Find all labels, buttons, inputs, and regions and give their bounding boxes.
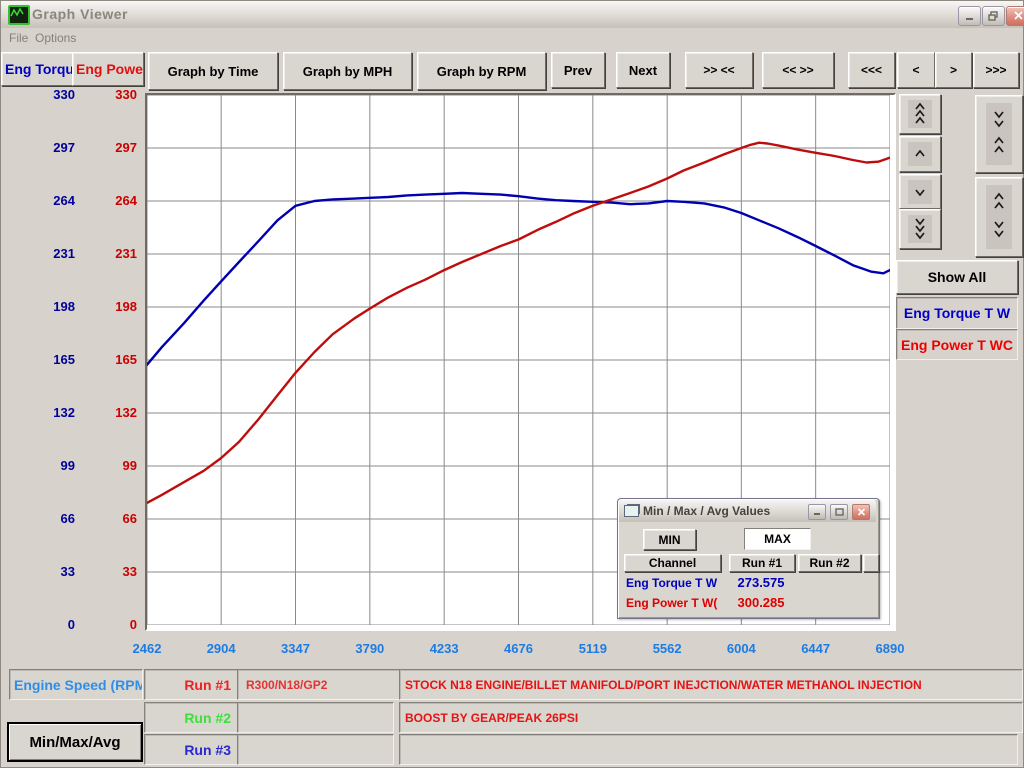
expand-y-button[interactable] bbox=[975, 177, 1023, 257]
zoom-in-x-button[interactable]: >> << bbox=[685, 52, 753, 88]
run2-note-field[interactable]: BOOST BY GEAR/PEAK 26PSI bbox=[399, 702, 1023, 733]
scale-up-button[interactable] bbox=[899, 136, 941, 172]
dialog-row-channel: Eng Power T W( bbox=[626, 596, 718, 610]
dialog-maximize-button[interactable] bbox=[830, 504, 848, 520]
y-axis-label: 0 bbox=[67, 617, 75, 632]
y-axis-label: 330 bbox=[115, 87, 137, 102]
run2-file-field[interactable] bbox=[237, 702, 394, 733]
y-axis-label: 99 bbox=[60, 458, 75, 473]
app-icon bbox=[8, 5, 30, 25]
dialog-row-channel: Eng Torque T W bbox=[626, 576, 718, 590]
menu-options[interactable]: Options bbox=[30, 29, 81, 47]
title-bar: Graph Viewer bbox=[1, 1, 1024, 28]
triple-chevron-up-icon bbox=[908, 100, 932, 128]
chevrons-outward-icon bbox=[986, 185, 1012, 249]
run2-label: Run #2 bbox=[144, 702, 246, 733]
y-axis-label: 66 bbox=[122, 511, 137, 526]
x-axis-label: 6447 bbox=[801, 641, 831, 656]
menu-file[interactable]: File bbox=[4, 29, 33, 47]
graph-by-rpm-button[interactable]: Graph by RPM bbox=[417, 52, 546, 90]
max-toggle-button[interactable]: MAX bbox=[744, 528, 811, 550]
run3-label: Run #3 bbox=[144, 734, 246, 765]
x-axis-label: 6890 bbox=[875, 641, 905, 656]
legend-eng-torque: Eng Torque T W bbox=[896, 297, 1018, 329]
run1-note-field[interactable]: STOCK N18 ENGINE/BILLET MANIFOLD/PORT IN… bbox=[399, 669, 1023, 700]
legend-eng-power: Eng Power T WC bbox=[896, 329, 1018, 360]
y-axis-label: 231 bbox=[115, 246, 137, 261]
channel-column-button[interactable]: Channel bbox=[624, 554, 721, 572]
graph-viewer-window: Graph Viewer File Options Eng Torque Eng… bbox=[0, 0, 1024, 768]
pan-far-right-button[interactable]: >>> bbox=[973, 52, 1019, 88]
prev-button[interactable]: Prev bbox=[551, 52, 605, 88]
y-axis-label: 297 bbox=[53, 140, 75, 155]
y-axis-label: 198 bbox=[115, 299, 137, 314]
y-axis-label: 0 bbox=[129, 617, 137, 632]
y-axis-label: 33 bbox=[122, 564, 137, 579]
tab-eng-power[interactable]: Eng Power bbox=[72, 52, 144, 86]
run3-file-field[interactable] bbox=[237, 734, 394, 765]
chevrons-inward-icon bbox=[986, 103, 1012, 165]
dialog-close-icon[interactable] bbox=[852, 504, 870, 520]
run3-column-button-partial[interactable] bbox=[863, 554, 879, 572]
show-all-button[interactable]: Show All bbox=[896, 260, 1018, 294]
dialog-row-value: 300.285 bbox=[737, 595, 785, 610]
x-axis-label: 5119 bbox=[578, 641, 607, 656]
scale-up-fast-button[interactable] bbox=[899, 94, 941, 134]
pan-right-button[interactable]: > bbox=[935, 52, 972, 88]
y-axis-label: 264 bbox=[115, 193, 137, 208]
y-axis-label: 165 bbox=[115, 352, 137, 367]
x-axis-label: 6004 bbox=[726, 641, 756, 656]
min-toggle-button[interactable]: MIN bbox=[643, 529, 696, 550]
restore-button[interactable] bbox=[982, 6, 1005, 26]
scale-down-button[interactable] bbox=[899, 174, 941, 209]
run2-column-button[interactable]: Run #2 bbox=[798, 554, 861, 572]
run1-column-button[interactable]: Run #1 bbox=[729, 554, 795, 572]
y-axis-label: 33 bbox=[60, 564, 75, 579]
graph-by-mph-button[interactable]: Graph by MPH bbox=[283, 52, 412, 90]
x-axis-label: 4233 bbox=[429, 641, 459, 656]
x-axis-label: 2904 bbox=[206, 641, 236, 656]
x-axis-label: 3347 bbox=[281, 641, 310, 656]
run1-file-field[interactable]: R300/N18/GP2 bbox=[237, 669, 402, 700]
next-button[interactable]: Next bbox=[616, 52, 670, 88]
chevron-down-icon bbox=[908, 179, 932, 204]
pan-left-button[interactable]: < bbox=[897, 52, 935, 88]
y-axis-label: 165 bbox=[53, 352, 75, 367]
y-axis-label: 132 bbox=[115, 405, 137, 420]
y-axis-label: 132 bbox=[53, 405, 75, 420]
graph-by-time-button[interactable]: Graph by Time bbox=[148, 52, 278, 90]
x-axis-label: 4676 bbox=[504, 641, 533, 656]
compress-y-button[interactable] bbox=[975, 95, 1023, 173]
y-axis-label: 330 bbox=[53, 87, 75, 102]
dialog-row-value: 273.575 bbox=[737, 575, 785, 590]
y-axis-label: 264 bbox=[53, 193, 75, 208]
y-axis-label: 99 bbox=[122, 458, 137, 473]
triple-chevron-down-icon bbox=[908, 215, 932, 243]
x-axis-channel-field[interactable]: Engine Speed (RPM) bbox=[9, 669, 143, 700]
run1-label: Run #1 bbox=[144, 669, 246, 700]
scale-down-fast-button[interactable] bbox=[899, 209, 941, 249]
tab-eng-torque[interactable]: Eng Torque bbox=[1, 52, 74, 86]
y-axis-label: 231 bbox=[53, 246, 75, 261]
x-axis-label: 3790 bbox=[355, 641, 385, 656]
x-axis-label: 2462 bbox=[132, 641, 162, 656]
y-axis-label: 297 bbox=[115, 140, 137, 155]
run3-note-field[interactable] bbox=[399, 734, 1018, 765]
dialog-minimize-button[interactable] bbox=[808, 504, 826, 520]
close-icon[interactable] bbox=[1006, 6, 1024, 26]
minmax-avg-button[interactable]: Min/Max/Avg bbox=[7, 722, 143, 762]
x-axis-label: 5562 bbox=[652, 641, 682, 656]
minimize-button[interactable] bbox=[958, 6, 981, 26]
zoom-out-x-button[interactable]: << >> bbox=[762, 52, 834, 88]
y-axis-label: 198 bbox=[53, 299, 75, 314]
dialog-title: Min / Max / Avg Values bbox=[643, 504, 771, 518]
window-title: Graph Viewer bbox=[32, 6, 129, 22]
chevron-up-icon bbox=[908, 142, 932, 166]
y-axis-label: 66 bbox=[60, 511, 75, 526]
pan-far-left-button[interactable]: <<< bbox=[848, 52, 895, 88]
dialog-icon bbox=[624, 505, 639, 517]
minmax-values-dialog: Min / Max / Avg Values MIN MAX Channel R… bbox=[617, 498, 880, 619]
